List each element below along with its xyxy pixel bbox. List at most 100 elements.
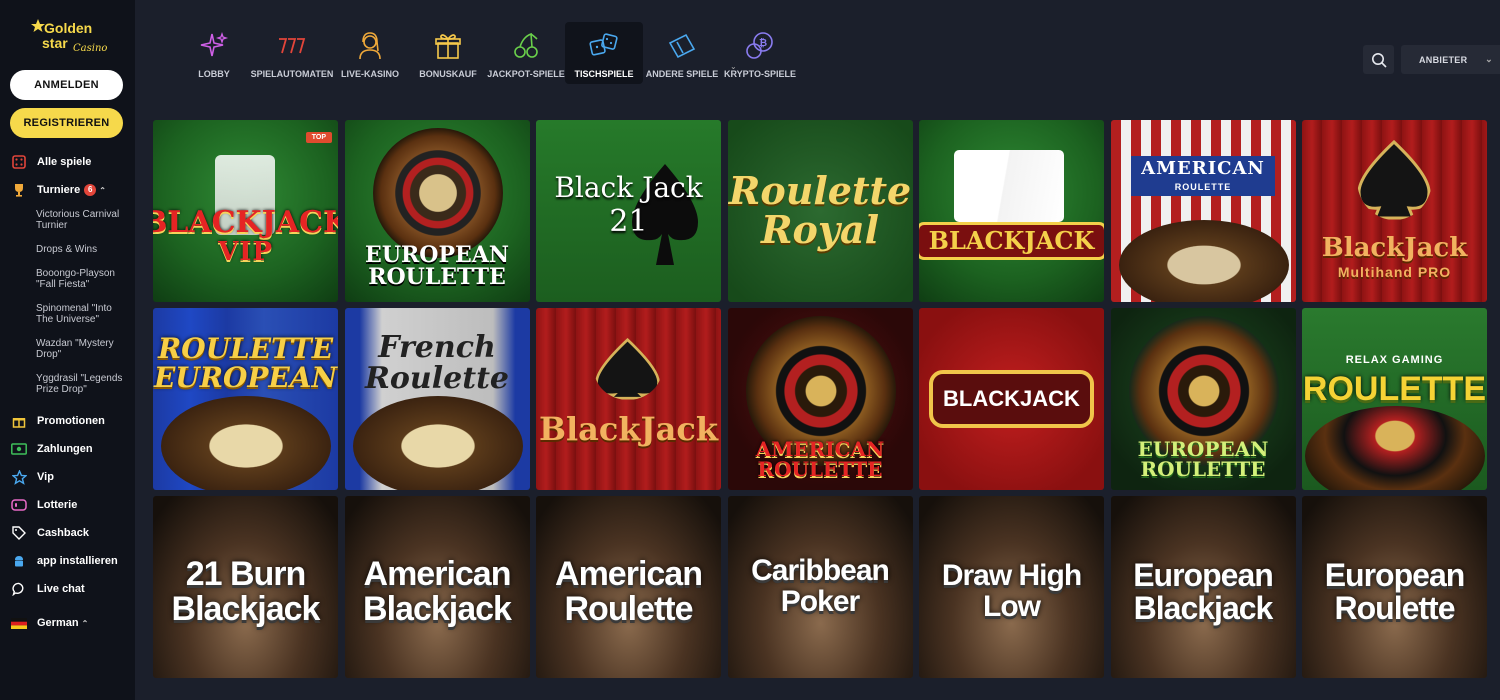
category-bar: LOBBY SPIELAUTOMATEN LIVE-KASINO BONUSKA… <box>153 0 1500 120</box>
cash-icon <box>10 440 28 458</box>
tab-label: SPIELAUTOMATEN <box>250 69 334 79</box>
game-tile[interactable]: American Roulette <box>536 496 721 678</box>
game-title: Draw High Low <box>941 559 1082 623</box>
sidebar-item-label: Alle spiele <box>37 156 92 168</box>
sidebar-item-label: Live chat <box>37 583 85 595</box>
gift-icon <box>10 412 28 430</box>
sidebar-item-all-games[interactable]: Alle spiele <box>10 148 125 176</box>
game-title: BLACKJACK <box>919 221 1104 261</box>
game-subtitle: Multihand PRO <box>1337 264 1452 281</box>
game-title: 21 Burn Blackjack <box>171 555 321 628</box>
sidebar-item-label: app installieren <box>37 555 118 567</box>
search-icon <box>1371 52 1387 68</box>
android-icon <box>10 552 28 570</box>
tab-bonus-buy[interactable]: BONUSKAUF <box>409 22 487 84</box>
tournament-list: Victorious Carnival Turnier Drops & Wins… <box>10 204 125 403</box>
tab-label: BONUSKAUF <box>419 69 477 79</box>
game-title: EUROPEAN ROULETTE <box>1137 436 1269 481</box>
sidebar-item-vip[interactable]: Vip <box>10 463 125 491</box>
roulette-wheel <box>161 396 331 490</box>
game-tile[interactable]: Draw High Low <box>919 496 1104 678</box>
game-tile[interactable]: EUROPEAN ROULETTE <box>1110 308 1296 490</box>
game-tile[interactable]: European Roulette <box>1302 496 1487 678</box>
sidebar-item-install-app[interactable]: app installieren <box>10 547 125 575</box>
sidebar-item-label: Turniere <box>37 184 81 196</box>
sidebar-item-cashback[interactable]: Cashback <box>10 519 125 547</box>
trophy-icon <box>10 181 28 199</box>
game-tile[interactable]: BlackJack <box>536 308 721 490</box>
sidebar: Golden star Casino ANMELDEN REGISTRIEREN… <box>0 0 135 700</box>
chevron-down-icon[interactable]: ⌄ <box>730 62 737 71</box>
game-title: Roulette Royal <box>728 168 912 252</box>
game-tile[interactable]: Roulette Royal <box>727 120 913 302</box>
game-tile[interactable]: Caribbean Poker <box>727 496 913 678</box>
game-tile[interactable]: EUROPEAN ROULETTE <box>344 120 530 302</box>
game-tile[interactable]: BLACKJACK <box>919 120 1104 302</box>
language-selector[interactable]: German ⌃ <box>10 609 125 637</box>
sidebar-item-tournaments[interactable]: Turniere 6 ⌃ <box>10 176 125 204</box>
sidebar-item-payments[interactable]: Zahlungen <box>10 435 125 463</box>
roulette-wheel <box>372 128 503 258</box>
game-tile[interactable]: European Blackjack <box>1110 496 1296 678</box>
register-button[interactable]: REGISTRIEREN <box>10 108 123 138</box>
game-tile[interactable]: BLACKJACK <box>919 308 1104 490</box>
chevron-up-icon[interactable]: ⌃ <box>99 186 106 195</box>
game-tile[interactable]: Black Jack 21 <box>536 120 721 302</box>
sidebar-item-label: Promotionen <box>37 415 105 427</box>
dice-pair-icon <box>588 30 620 62</box>
game-tile[interactable]: ROULETTE EUROPEAN <box>153 308 338 490</box>
login-button[interactable]: ANMELDEN <box>10 70 123 100</box>
tab-label: LOBBY <box>198 69 230 79</box>
tab-other-games[interactable]: ANDERE SPIELE <box>643 22 721 84</box>
game-title: BlackJack <box>1321 232 1468 263</box>
game-tile[interactable]: AMERICAN ROULETTE <box>727 308 913 490</box>
game-title: French Roulette <box>364 330 510 396</box>
tournament-item[interactable]: Booongo-Playson "Fall Fiesta" <box>36 263 125 298</box>
sidebar-item-label: Cashback <box>37 527 89 539</box>
game-tile[interactable]: BlackJack Multihand PRO <box>1302 120 1487 302</box>
tournament-item[interactable]: Wazdan "Mystery Drop" <box>36 333 125 368</box>
dealer-icon <box>356 30 384 62</box>
sidebar-item-lottery[interactable]: Lotterie <box>10 491 125 519</box>
roulette-wheel <box>1305 406 1485 490</box>
tab-live-casino[interactable]: LIVE-KASINO <box>331 22 409 84</box>
search-button[interactable] <box>1363 45 1394 74</box>
language-label: German <box>37 617 79 629</box>
game-title: BlackJack <box>538 409 719 448</box>
sidebar-item-live-chat[interactable]: Live chat <box>10 575 125 603</box>
tab-table-games[interactable]: TISCHSPIELE <box>565 22 643 84</box>
game-title: EUROPEAN ROULETTE <box>365 241 509 290</box>
tab-crypto-games[interactable]: ₿ KRYPTO-SPIELE <box>721 22 799 84</box>
dice-icon <box>10 153 28 171</box>
card-image <box>954 150 1064 222</box>
game-tile[interactable]: AMERICAN ROULETTE <box>1110 120 1296 302</box>
tournament-item[interactable]: Victorious Carnival Turnier <box>36 204 125 239</box>
tab-lobby[interactable]: LOBBY <box>175 22 253 84</box>
sidebar-item-label: Vip <box>37 471 54 483</box>
provider-dropdown[interactable]: ANBIETER ⌄ <box>1401 45 1500 74</box>
svg-text:Casino: Casino <box>73 43 107 54</box>
category-tabs: LOBBY SPIELAUTOMATEN LIVE-KASINO BONUSKA… <box>175 22 799 84</box>
svg-text:₿: ₿ <box>759 37 767 49</box>
tab-jackpot[interactable]: JACKPOT-SPIELE <box>487 22 565 84</box>
chevron-up-icon: ⌃ <box>81 618 89 628</box>
game-tile[interactable]: TOP BLACKJACK VIP <box>153 120 338 302</box>
game-tile[interactable]: RELAX GAMING ROULETTE <box>1302 308 1487 490</box>
game-title: AMERICAN <box>1141 158 1265 180</box>
game-title: ROULETTE <box>1302 370 1487 409</box>
logo[interactable]: Golden star Casino <box>10 12 125 62</box>
tournament-item[interactable]: Spinomenal "Into The Universe" <box>36 298 125 333</box>
tournament-item[interactable]: Drops & Wins <box>36 239 125 263</box>
tournament-item[interactable]: Yggdrasil "Legends Prize Drop" <box>36 368 125 403</box>
game-tile[interactable]: 21 Burn Blackjack <box>153 496 338 678</box>
game-title: Caribbean Poker <box>751 554 890 618</box>
tab-slots[interactable]: SPIELAUTOMATEN <box>250 22 334 84</box>
game-title: BLACKJACK <box>929 369 1094 429</box>
tab-label: TISCHSPIELE <box>574 69 634 79</box>
game-grid: TOP BLACKJACK VIP EUROPEAN ROULETTE Blac… <box>153 120 1487 678</box>
game-subtitle: 21 <box>609 203 648 239</box>
game-title: American Blackjack <box>363 555 512 628</box>
game-tile[interactable]: French Roulette <box>344 308 530 490</box>
sidebar-item-promotions[interactable]: Promotionen <box>10 407 125 435</box>
game-tile[interactable]: American Blackjack <box>344 496 530 678</box>
